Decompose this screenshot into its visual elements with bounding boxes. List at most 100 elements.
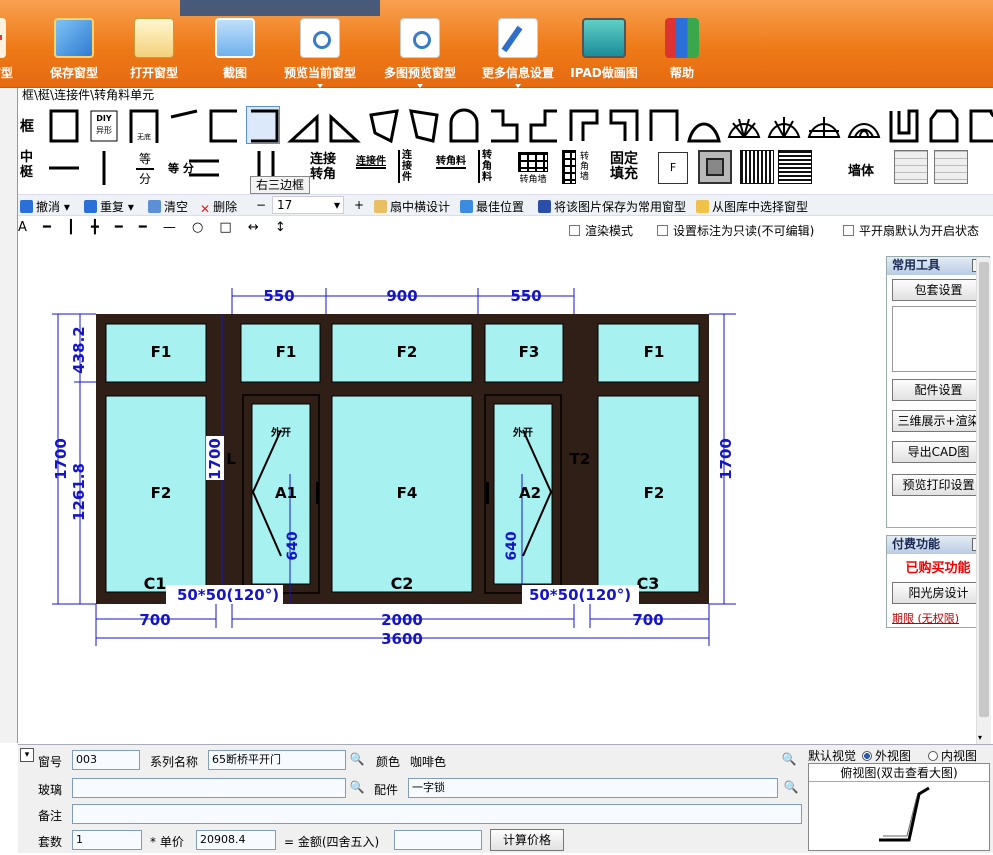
decrease-button[interactable]: − <box>256 198 266 212</box>
diy-shape-frame-button[interactable]: DIY 异形 <box>86 106 120 144</box>
top-open-frame-button[interactable]: 无底 <box>126 106 160 144</box>
draw-tools[interactable]: A ━ ┃ ╋ ━ ━ — ○ □ ↔ ↕ <box>18 220 292 235</box>
toolbar-new-window-button[interactable]: 窗型 <box>0 18 22 86</box>
print-preview-button[interactable]: 预览打印设置 <box>892 474 985 496</box>
top-view-box[interactable]: 俯视图(双击查看大图) <box>808 763 990 851</box>
term-link[interactable]: 期限 (无权限) <box>892 610 959 626</box>
search-icon[interactable]: 🔍 <box>348 751 366 769</box>
collapse-toggle-icon[interactable]: ▾ <box>20 748 34 762</box>
price-input[interactable]: 20908.4 <box>196 830 276 850</box>
corner-dim-1[interactable]: 50*50(120°) <box>177 586 279 604</box>
toolbar-multi-preview-button[interactable]: 多图预览窗型 <box>372 18 468 88</box>
equal-divide-button[interactable]: 等分 <box>136 150 154 188</box>
inner-view-radio[interactable]: 内视图 <box>928 747 977 764</box>
search-icon[interactable]: 🔍 <box>782 779 800 797</box>
parts-input[interactable]: 一字锁 <box>408 778 778 798</box>
dim-top-3[interactable]: 550 <box>510 287 541 305</box>
arch-frame-button[interactable] <box>446 106 480 144</box>
right-three-side-frame-button[interactable] <box>246 106 280 144</box>
wall-brick-2-button[interactable] <box>934 150 968 184</box>
slant-top-2-frame-button[interactable] <box>406 106 440 144</box>
trapezoid-right-frame-button[interactable] <box>326 106 361 144</box>
clear-button[interactable]: 清空 <box>148 198 188 215</box>
connect-corner-button[interactable]: 连接 转角 <box>310 152 336 182</box>
vertical-mullion-button[interactable] <box>86 148 120 186</box>
dim-total-width[interactable]: 3600 <box>381 630 423 648</box>
bottom-open-frame-button[interactable] <box>646 106 680 144</box>
fixed-glass-f-button[interactable]: F <box>658 152 688 184</box>
connector-button[interactable]: 连接件 <box>356 152 386 169</box>
search-icon[interactable]: 🔍 <box>780 751 798 769</box>
remark-input[interactable] <box>72 804 802 824</box>
outer-view-radio[interactable]: 外视图 <box>862 747 911 764</box>
dim-bottom-1[interactable]: 700 <box>139 611 170 629</box>
render-mode-checkbox[interactable]: 渲染模式 <box>569 222 633 239</box>
dim-mid-height[interactable]: 1700 <box>206 438 224 480</box>
chevron-down-icon[interactable] <box>417 84 423 88</box>
dim-right-height[interactable]: 1700 <box>717 438 735 480</box>
delete-button[interactable]: ✕ 删除 <box>200 198 237 216</box>
corner-wall-button[interactable]: 转角墙 <box>516 152 550 186</box>
step-right-frame-button[interactable] <box>526 106 560 144</box>
horizontal-mullion-button[interactable] <box>46 148 80 186</box>
toolbar-ipad-drawing-button[interactable]: IPAD做画图 <box>568 18 640 86</box>
chevron-down-icon[interactable] <box>515 84 521 88</box>
top-line-frame-button[interactable] <box>166 106 200 144</box>
readonly-annotation-checkbox[interactable]: 设置标注为只读(不可编辑) <box>657 222 814 239</box>
fixed-fill-button[interactable]: 固定 填充 <box>610 152 638 182</box>
best-position-button[interactable]: 最佳位置 <box>460 198 524 215</box>
half-arch-frame-button[interactable] <box>686 106 721 144</box>
window-drawing[interactable]: 550 900 550 700 2000 700 3600 1700 438.2… <box>18 240 888 740</box>
rect-frame-button[interactable] <box>46 106 80 144</box>
export-cad-button[interactable]: 导出CAD图 <box>892 441 985 463</box>
redo-button[interactable]: 重复 ▾ <box>84 198 134 215</box>
dim-top-2[interactable]: 900 <box>386 287 417 305</box>
panel-fill-button[interactable] <box>698 150 732 184</box>
corner-wall-vertical-button[interactable]: 转角墙 <box>562 150 592 184</box>
scroll-down-icon[interactable]: ▾ <box>978 733 982 742</box>
dim-top-1[interactable]: 550 <box>263 287 294 305</box>
checkbox-box[interactable] <box>657 225 668 236</box>
dim-handle-1[interactable]: 640 <box>285 531 301 560</box>
undo-button[interactable]: 撤消 ▾ <box>20 198 70 215</box>
series-input[interactable]: 65断桥平开门 <box>208 750 346 770</box>
u-shape-frame-button[interactable] <box>886 106 920 144</box>
toolbar-more-settings-button[interactable]: 更多信息设置 <box>472 18 564 88</box>
window-no-input[interactable]: 003 <box>72 750 140 770</box>
slant-top-frame-button[interactable] <box>366 106 400 144</box>
qty-input[interactable]: 1 <box>72 830 142 850</box>
toolbar-open-window-button[interactable]: 打开窗型 <box>120 18 188 86</box>
louver-vertical-button[interactable] <box>740 150 774 184</box>
fan-frame-button[interactable] <box>726 106 761 144</box>
corner-profile-vertical-button[interactable]: 转角料 <box>478 150 492 183</box>
left-collapsed-panel[interactable] <box>0 88 18 743</box>
save-as-common-button[interactable]: 将该图片保存为常用窗型 <box>538 198 686 215</box>
parts-settings-button[interactable]: 配件设置 <box>892 379 985 401</box>
arch-rings-frame-button[interactable] <box>846 106 881 144</box>
toolbar-screenshot-button[interactable]: 截图 <box>205 18 265 86</box>
package-settings-button[interactable]: 包套设置 <box>892 279 985 301</box>
octagon-frame-button[interactable] <box>926 106 960 144</box>
louver-horizontal-button[interactable] <box>778 150 812 184</box>
dim-bottom-2[interactable]: 2000 <box>381 611 423 629</box>
dim-bottom-3[interactable]: 700 <box>632 611 663 629</box>
drawing-canvas[interactable]: 550 900 550 700 2000 700 3600 1700 438.2… <box>18 240 888 740</box>
increase-button[interactable]: + <box>354 198 364 212</box>
corner-dim-2[interactable]: 50*50(120°) <box>529 586 631 604</box>
full-arch-frame-button[interactable] <box>806 106 841 144</box>
dim-handle-2[interactable]: 640 <box>504 531 520 560</box>
left-three-side-frame-button[interactable] <box>206 106 240 144</box>
radio-selected-icon[interactable] <box>862 751 872 761</box>
amount-input[interactable] <box>394 830 482 850</box>
l-shape-frame-button[interactable] <box>566 106 600 144</box>
glass-input[interactable] <box>72 778 346 798</box>
size-select[interactable]: 17 ▾ <box>272 196 344 214</box>
cut-corner-frame-button[interactable] <box>966 106 993 144</box>
chevron-down-icon[interactable] <box>317 84 323 88</box>
corner-profile-button[interactable]: 转角料 <box>436 152 466 169</box>
dim-left-bottom[interactable]: 1261.8 <box>70 463 88 521</box>
vertical-scrollbar[interactable]: ▾ <box>976 258 991 744</box>
sunroom-design-button[interactable]: 阳光房设计 <box>892 582 985 604</box>
toolbar-preview-current-button[interactable]: 预览当前窗型 <box>272 18 368 88</box>
choose-library-button[interactable]: 从图库中选择窗型 <box>696 198 808 215</box>
